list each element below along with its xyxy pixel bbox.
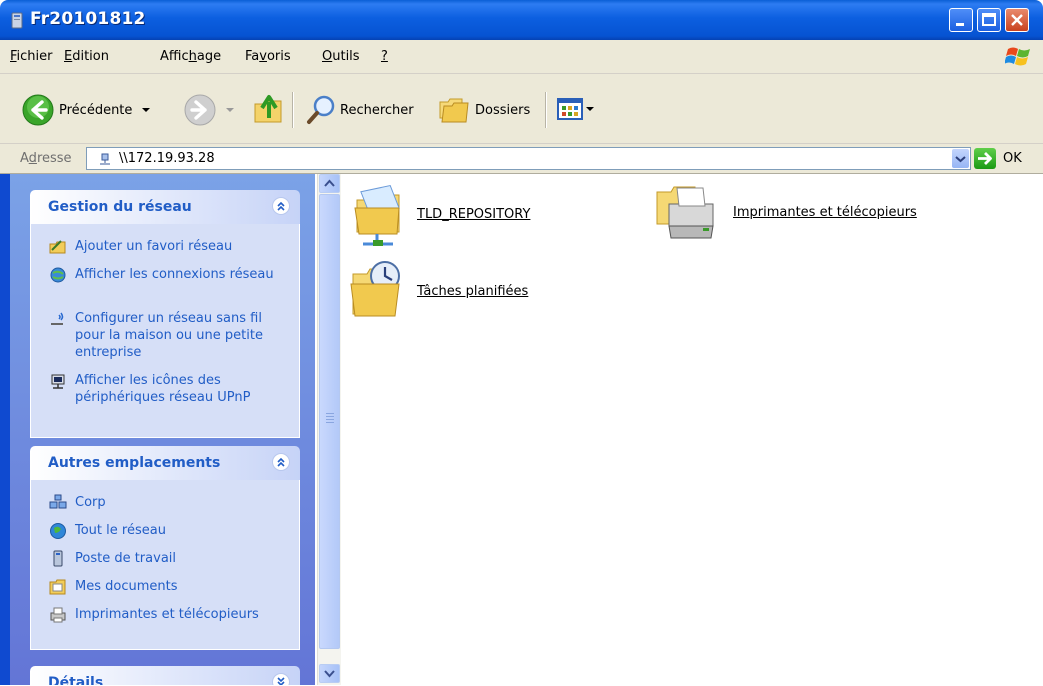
folder-content: TLD_REPOSITORY Imprimantes et télécopieu… — [341, 174, 1043, 685]
menu-favoris[interactable]: Favoris — [245, 49, 291, 64]
back-label: Précédente — [59, 102, 133, 118]
address-bar: Adresse \\172.19.93.28 OK — [0, 144, 1043, 174]
forward-dropdown-icon[interactable] — [226, 108, 234, 112]
toolbar-separator — [292, 92, 294, 128]
search-button[interactable]: Rechercher — [305, 94, 414, 126]
expand-button[interactable] — [272, 673, 290, 685]
printers-faxes-folder-icon — [656, 186, 714, 239]
menu-fichier[interactable]: Fichier — [10, 49, 53, 64]
network-connections-icon — [50, 267, 66, 283]
go-arrow-icon — [978, 152, 992, 165]
panel-title: Autres emplacements — [48, 455, 221, 471]
forward-arrow-icon — [184, 94, 216, 126]
minimize-icon — [956, 23, 964, 26]
globe-network-icon — [50, 523, 66, 539]
go-button[interactable] — [974, 148, 996, 169]
network-tasks-header[interactable]: Gestion du réseau — [30, 190, 300, 224]
address-value: \\172.19.93.28 — [119, 151, 215, 166]
address-dropdown-button[interactable] — [952, 149, 969, 168]
toolbar: Précédente Rechercher Dossiers — [0, 74, 1043, 144]
scroll-down-button[interactable] — [319, 664, 340, 683]
my-computer-icon — [53, 550, 63, 567]
item-printers-faxes[interactable]: Imprimantes et télécopieurs — [655, 180, 917, 244]
place-entire-network[interactable]: Tout le réseau — [49, 522, 289, 540]
folders-label: Dossiers — [475, 102, 531, 118]
minimize-button[interactable] — [949, 8, 973, 32]
chevron-up-icon — [277, 201, 285, 211]
item-label: Tâches planifiées — [417, 283, 529, 299]
other-places-header[interactable]: Autres emplacements — [30, 446, 300, 480]
wireless-setup-icon — [51, 312, 64, 325]
task-pane: Gestion du réseau Ajouter un favori rése… — [10, 174, 315, 685]
address-label: Adresse — [20, 151, 72, 166]
menu-outils[interactable]: Outils — [322, 49, 360, 64]
place-printers[interactable]: Imprimantes et télécopieurs — [49, 606, 289, 624]
chevron-down-icon — [277, 677, 285, 685]
menu-bar: Fichier Edition Affichage Favoris Outils… — [0, 40, 1043, 74]
task-upnp-devices[interactable]: Afficher les icônes des périphériques ré… — [49, 372, 289, 406]
views-icon — [557, 98, 583, 120]
address-input[interactable]: \\172.19.93.28 — [86, 147, 971, 170]
panel-title: Détails — [48, 675, 104, 685]
folders-icon — [439, 98, 469, 123]
search-icon — [307, 95, 335, 124]
maximize-button[interactable] — [977, 8, 1001, 32]
search-label: Rechercher — [340, 102, 414, 118]
folders-button[interactable]: Dossiers — [438, 94, 530, 126]
place-my-computer[interactable]: Poste de travail — [49, 550, 289, 568]
network-tasks-body: Ajouter un favori réseau Afficher les co… — [30, 224, 300, 438]
up-folder-icon[interactable] — [253, 88, 285, 128]
back-arrow-icon — [22, 94, 54, 126]
close-button[interactable] — [1005, 8, 1029, 32]
item-label: Imprimantes et télécopieurs — [733, 204, 917, 220]
views-button[interactable] — [557, 96, 594, 122]
workgroup-icon — [49, 494, 67, 509]
other-places-body: Corp Tout le réseau Poste de travail Mes… — [30, 480, 300, 650]
scroll-thumb[interactable] — [319, 194, 340, 649]
scroll-up-icon — [324, 179, 335, 187]
task-add-network-place[interactable]: Ajouter un favori réseau — [49, 238, 289, 256]
item-tld-repository[interactable]: TLD_REPOSITORY — [353, 180, 530, 248]
go-label[interactable]: OK — [1003, 151, 1022, 166]
chevron-up-icon — [277, 457, 285, 467]
my-documents-icon — [49, 579, 66, 595]
details-header[interactable]: Détails — [30, 666, 300, 685]
item-scheduled-tasks[interactable]: Tâches planifiées — [349, 258, 528, 324]
panel-title: Gestion du réseau — [48, 199, 192, 215]
item-label: TLD_REPOSITORY — [417, 206, 531, 222]
title-bar[interactable]: Fr20101812 — [0, 0, 1043, 40]
task-network-connections[interactable]: Afficher les connexions réseau — [49, 266, 289, 284]
toolbar-separator — [545, 92, 547, 128]
network-computer-icon — [11, 12, 23, 29]
collapse-button[interactable] — [272, 197, 290, 215]
chevron-down-icon — [955, 156, 966, 163]
upnp-device-icon — [51, 374, 65, 389]
scheduled-tasks-folder-icon — [350, 261, 400, 317]
scroll-up-button[interactable] — [319, 174, 340, 193]
scroll-down-icon — [324, 670, 335, 678]
collapse-button[interactable] — [272, 453, 290, 471]
place-my-documents[interactable]: Mes documents — [49, 578, 289, 596]
add-network-place-icon — [49, 240, 66, 254]
printers-icon — [50, 607, 66, 623]
views-dropdown-icon[interactable] — [586, 107, 594, 111]
window-left-border — [0, 174, 10, 685]
shared-folder-icon — [354, 184, 400, 246]
menu-affichage[interactable]: Affichage — [160, 49, 221, 64]
task-wireless-setup[interactable]: Configurer un réseau sans fil pour la ma… — [49, 310, 289, 361]
back-button[interactable]: Précédente — [22, 94, 151, 126]
task-pane-scrollbar[interactable] — [317, 174, 341, 685]
maximize-icon — [982, 13, 996, 26]
menu-help[interactable]: ? — [381, 49, 388, 64]
back-dropdown-icon[interactable] — [142, 108, 151, 112]
close-icon — [1011, 14, 1023, 26]
place-corp[interactable]: Corp — [49, 494, 289, 512]
windows-logo-icon — [1005, 47, 1030, 66]
network-share-icon — [100, 153, 110, 165]
window-title: Fr20101812 — [30, 9, 146, 29]
menu-edition[interactable]: Edition — [64, 49, 109, 64]
forward-button[interactable] — [184, 94, 234, 126]
